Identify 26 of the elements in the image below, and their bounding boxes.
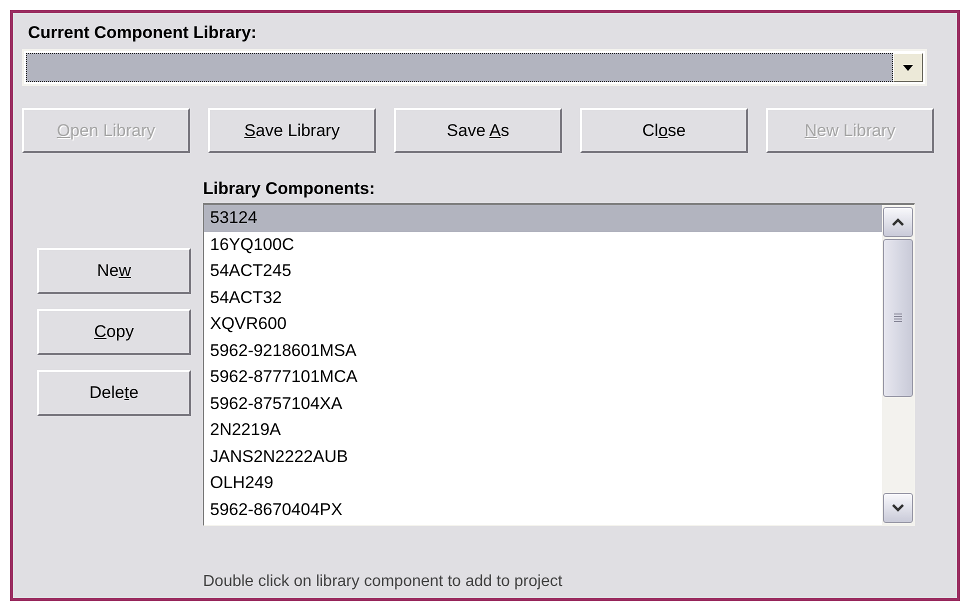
scroll-down-icon[interactable]: [883, 493, 913, 523]
list-item[interactable]: JANS2N2222AUB: [204, 444, 882, 470]
list-item[interactable]: OLH249: [204, 470, 882, 496]
list-item[interactable]: 54ACT245: [204, 258, 882, 284]
component-button[interactable]: Delete: [37, 370, 191, 416]
list-item[interactable]: 54ACT32: [204, 284, 882, 311]
list-item[interactable]: XQVR600: [204, 311, 882, 338]
list-item[interactable]: 16YQ100C: [204, 232, 882, 258]
list-item[interactable]: 2N2219A: [204, 417, 882, 444]
list-item[interactable]: 5962-8777101MCA: [204, 364, 882, 390]
scroll-up-icon[interactable]: [883, 207, 913, 237]
library-button[interactable]: Close: [580, 108, 748, 153]
library-dropdown[interactable]: [22, 49, 927, 86]
library-button[interactable]: Save As: [394, 108, 562, 153]
scrollbar[interactable]: [882, 205, 914, 525]
library-button[interactable]: Save Library: [208, 108, 376, 153]
list-item[interactable]: 5962-9218601MSA: [204, 338, 882, 364]
library-label: Current Component Library:: [28, 23, 258, 43]
scroll-thumb[interactable]: [883, 239, 913, 397]
hint-text: Double click on library component to add to project: [203, 573, 564, 591]
list-item[interactable]: 5962-8670404PX: [204, 496, 882, 523]
component-button[interactable]: New: [37, 248, 191, 294]
list-item[interactable]: 5962-8757104XA: [204, 390, 882, 417]
components-label: Library Components:: [203, 179, 376, 199]
component-button[interactable]: Copy: [37, 309, 191, 355]
list-item[interactable]: 53124: [204, 205, 882, 232]
